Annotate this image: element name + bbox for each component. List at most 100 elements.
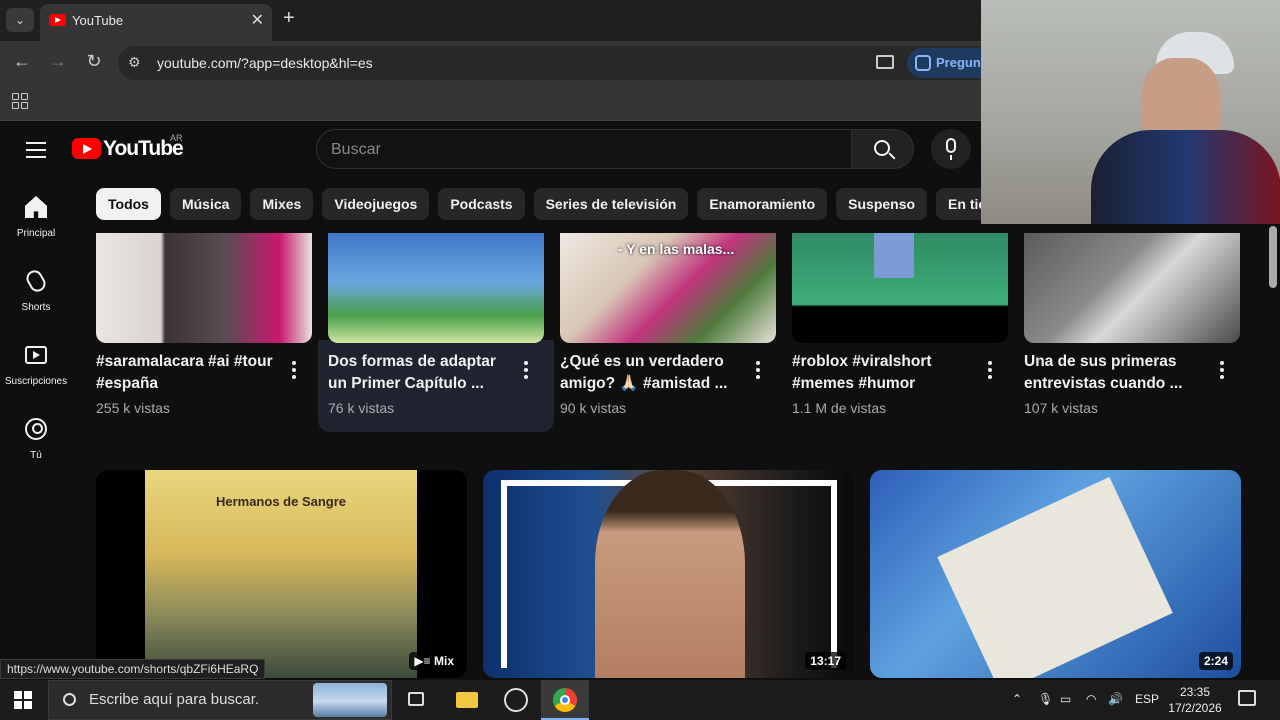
chip-musica[interactable]: Música [169,188,242,220]
shirt-shape [1091,130,1280,224]
short-title[interactable]: ¿Qué es un verdadero amigo? 🙏🏻 #amistad … [560,351,746,395]
video-card[interactable]: Hermanos de Sangre ▶≡ Mix [96,470,467,678]
task-view-icon[interactable] [392,680,440,720]
more-options-icon[interactable] [756,361,760,379]
short-thumbnail[interactable] [1024,233,1240,343]
video-thumbnail[interactable]: Hermanos de Sangre [145,470,417,678]
tab-search-button[interactable]: ⌄ [6,8,34,32]
lens-icon [915,55,931,71]
short-views: 107 k vistas [1024,400,1098,416]
badge-label: Mix [433,654,454,668]
filter-chips: Todos Música Mixes Videojuegos Podcasts Serie… [96,188,996,220]
taskbar-search-input[interactable] [89,691,309,708]
playlist-icon: ▶≡ [414,654,434,668]
shorts-icon [23,267,49,295]
short-title[interactable]: Una de sus primeras entrevistas cuando .… [1024,351,1210,395]
webcam-overlay [981,0,1280,224]
chip-podcasts[interactable]: Podcasts [438,188,525,220]
microphone-tray-icon[interactable]: 🎙 [1038,692,1053,706]
short-thumbnail[interactable] [328,233,544,343]
short-thumbnail[interactable] [792,233,1008,343]
voice-search-button[interactable] [931,129,971,169]
chip-mixes[interactable]: Mixes [250,188,314,220]
reload-icon[interactable]: ↻ [82,51,106,72]
sidebar-item-suscripciones[interactable]: Suscripciones [0,326,72,400]
obs-icon[interactable] [492,680,540,720]
clock-date: 17/2/2026 [1168,701,1222,715]
you-icon [25,418,47,440]
tray-overflow-icon[interactable]: ⌃ [1012,692,1022,706]
face-shape [595,470,745,678]
file-explorer-icon[interactable] [442,680,490,720]
short-views: 1.1 M de vistas [792,400,887,416]
sidebar-item-shorts[interactable]: Shorts [0,252,72,326]
chip-todos[interactable]: Todos [96,188,161,220]
chip-series[interactable]: Series de televisión [533,188,689,220]
short-views: 90 k vistas [560,400,627,416]
search-icon [63,693,76,706]
duration-badge: 13:17 [805,652,846,670]
site-settings-icon[interactable]: ⚙ [128,54,146,72]
short-title[interactable]: #saramalacara #ai #tour #españa [96,351,282,395]
chip-suspenso[interactable]: Suspenso [836,188,928,220]
windows-taskbar: ⌃ 🎙 ▭ ◠ 🔊 ESP 23:35 17/2/2026 [0,680,1280,720]
short-views: 76 k vistas [328,400,395,416]
sidebar-item-principal[interactable]: Principal [0,178,72,252]
tab-title: YouTube [72,13,124,28]
search-button[interactable] [851,129,914,169]
album-cover-text: Hermanos de Sangre [215,494,347,509]
chip-videojuegos[interactable]: Videojuegos [322,188,430,220]
new-tab-icon[interactable]: + [283,7,295,30]
back-icon[interactable]: ← [10,51,34,72]
video-card[interactable]: 13:17 [483,470,854,678]
sidebar-item-label: Shorts [21,302,51,313]
menu-icon[interactable] [26,142,46,158]
wifi-icon[interactable]: ◠ [1086,692,1096,706]
search-box [316,129,852,169]
clock-time: 23:35 [1179,685,1211,699]
short-overlay-text: - Y en las malas... [618,241,735,257]
scrollbar-thumb[interactable] [1269,226,1277,288]
country-code: AR [170,133,183,143]
search-highlight-image [313,683,387,717]
search-icon [874,140,890,156]
apps-grid-icon[interactable] [12,93,28,109]
chrome-icon[interactable] [541,680,589,720]
close-tab-icon[interactable]: ✕ [251,10,264,30]
short-thumbnail[interactable]: - Y en las malas... [560,233,776,343]
windows-start-icon[interactable] [14,691,32,709]
more-options-icon[interactable] [988,361,992,379]
microphone-icon [946,138,956,153]
install-app-icon[interactable] [876,55,894,69]
more-options-icon[interactable] [524,361,528,379]
sidebar-item-tu[interactable]: Tú [0,400,72,474]
short-title[interactable]: Dos formas de adaptar un Primer Capítulo… [328,351,514,395]
more-options-icon[interactable] [292,361,296,379]
more-options-icon[interactable] [1220,361,1224,379]
forward-icon[interactable]: → [46,51,70,72]
battery-icon[interactable]: ▭ [1060,692,1071,706]
video-card[interactable]: 2:24 [870,470,1241,678]
taskbar-clock[interactable]: 23:35 17/2/2026 [1166,684,1224,716]
browser-tab[interactable]: YouTube ✕ [40,4,272,41]
subscriptions-icon [25,346,47,364]
short-thumbnail[interactable] [96,233,312,343]
chip-enamoramiento[interactable]: Enamoramiento [697,188,828,220]
sidebar-item-label: Suscripciones [4,376,68,387]
address-bar[interactable]: ⚙ youtube.com/?app=desktop&hl=es [118,46,998,80]
home-icon [25,196,47,218]
notifications-icon[interactable] [1238,690,1256,706]
youtube-logo-icon[interactable] [72,138,101,159]
page-scrollbar[interactable] [1266,224,1280,680]
video-thumbnail[interactable] [937,476,1173,678]
taskbar-search[interactable] [48,680,392,720]
volume-icon[interactable]: 🔊 [1108,692,1123,706]
youtube-favicon-icon [49,14,66,26]
mix-badge: ▶≡ Mix [409,652,459,670]
search-input[interactable] [331,139,831,161]
language-indicator[interactable]: ESP [1135,692,1159,706]
short-title[interactable]: #roblox #viralshort #memes #humor [792,351,978,395]
short-views: 255 k vistas [96,400,170,416]
duration-badge: 2:24 [1198,652,1233,670]
sidebar-item-label: Tú [30,450,42,461]
